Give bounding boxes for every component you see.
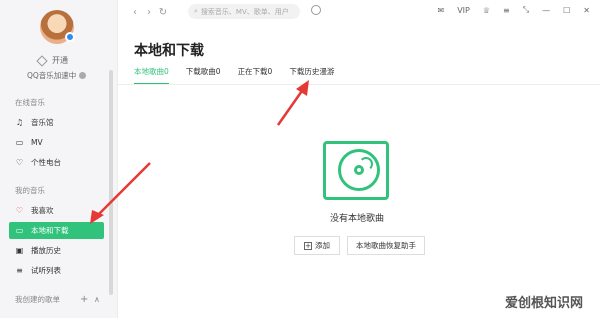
- search-placeholder: 搜索音乐、MV、歌单、用户: [200, 7, 289, 16]
- mv-icon: ▭: [15, 137, 24, 147]
- sidebar-item-history[interactable]: ▣ 播放历史: [9, 242, 104, 259]
- page-title: 本地和下载: [134, 43, 204, 59]
- menu-icon[interactable]: ≡: [503, 6, 510, 15]
- heart-radio-icon: ♡: [15, 157, 24, 167]
- tab-downloading[interactable]: 正在下载0: [238, 66, 273, 85]
- sidebar-item-radio[interactable]: ♡ 个性电台: [9, 154, 104, 171]
- restore-button-label: 本地歌曲恢复助手: [356, 241, 416, 250]
- back-icon[interactable]: ‹: [128, 7, 142, 18]
- window-controls: ✉ VIP ♕ ≡ ⤡ — ☐ ✕: [437, 5, 590, 15]
- mini-mode-icon[interactable]: ⤡: [523, 5, 529, 15]
- history-icon: ▣: [15, 245, 24, 255]
- section-my-music: 我的音乐: [15, 186, 45, 195]
- verified-badge-icon: [65, 32, 75, 42]
- vip-open-link[interactable]: 开通: [36, 54, 68, 67]
- disc-arc: [359, 157, 373, 171]
- sidebar-item-playlist[interactable]: ≡ 试听列表: [9, 262, 104, 279]
- minimize-icon[interactable]: —: [542, 6, 550, 15]
- tab-divider: [118, 84, 600, 85]
- sidebar-item-label: 播放历史: [31, 246, 61, 255]
- empty-state-text: 没有本地歌曲: [330, 214, 385, 224]
- sidebar-item-label: 试听列表: [31, 266, 61, 275]
- accel-label: QQ音乐加速中: [27, 71, 77, 80]
- sidebar-item-music-hall[interactable]: ♫ 音乐馆: [9, 114, 104, 131]
- watermark: 爱创根知识网: [505, 296, 584, 311]
- close-icon[interactable]: ✕: [583, 6, 590, 15]
- skin-icon[interactable]: ♕: [483, 6, 490, 15]
- tab-local-songs[interactable]: 本地歌曲0: [134, 66, 169, 85]
- sidebar-item-label: 本地和下载: [31, 226, 69, 235]
- heart-icon: ♡: [15, 205, 24, 215]
- arrow-to-tab: [276, 87, 306, 126]
- vip-label: 开通: [52, 56, 68, 65]
- sidebar-scrollbar[interactable]: [109, 70, 113, 295]
- sidebar: 开通 QQ音乐加速中 在线音乐 ♫ 音乐馆 ▭ MV ♡ 个性电台 我的音乐 ♡…: [0, 0, 118, 318]
- sidebar-item-label: MV: [31, 138, 43, 147]
- tab-download-history[interactable]: 下载历史漫游: [289, 66, 334, 85]
- music-hall-icon: ♫: [15, 117, 24, 127]
- sidebar-item-favorites[interactable]: ♡ 我喜欢: [9, 202, 104, 219]
- sidebar-item-label: 音乐馆: [31, 118, 54, 127]
- vip-link[interactable]: VIP: [457, 6, 470, 15]
- section-online-music: 在线音乐: [15, 98, 45, 107]
- top-bar: ‹ › ↻ ⌕ 搜索音乐、MV、歌单、用户 ✉ VIP ♕ ≡ ⤡ — ☐ ✕: [118, 0, 600, 24]
- sidebar-item-mv[interactable]: ▭ MV: [9, 134, 104, 151]
- disc-shape: [338, 149, 380, 191]
- avatar[interactable]: [40, 10, 75, 44]
- computer-icon: ▭: [15, 225, 24, 235]
- add-playlist-icon[interactable]: +: [80, 294, 88, 305]
- search-input[interactable]: ⌕ 搜索音乐、MV、歌单、用户: [188, 4, 300, 19]
- diamond-icon: [36, 54, 48, 67]
- section-created-playlists: 我创建的歌单: [15, 295, 60, 304]
- tab-bar: 本地歌曲0 下载歌曲0 正在下载0 下载历史漫游: [134, 66, 334, 85]
- chevron-up-icon[interactable]: ∧: [94, 295, 100, 304]
- forward-icon[interactable]: ›: [142, 7, 156, 18]
- refresh-icon[interactable]: ↻: [156, 7, 170, 18]
- listen-recognize-icon[interactable]: [311, 5, 321, 15]
- accel-status[interactable]: QQ音乐加速中: [27, 70, 87, 81]
- accel-icon: [79, 72, 87, 79]
- empty-disc-icon: [323, 141, 389, 200]
- mail-icon[interactable]: ✉: [437, 6, 444, 15]
- add-button[interactable]: + 添加: [294, 236, 340, 255]
- search-icon: ⌕: [194, 7, 198, 15]
- restore-helper-button[interactable]: 本地歌曲恢复助手: [347, 236, 425, 255]
- sidebar-item-label: 个性电台: [31, 158, 61, 167]
- add-button-label: 添加: [315, 241, 330, 250]
- sidebar-item-label: 我喜欢: [31, 206, 54, 215]
- plus-box-icon: +: [304, 241, 312, 250]
- maximize-icon[interactable]: ☐: [563, 6, 570, 15]
- list-icon: ≡: [16, 265, 23, 275]
- sidebar-item-local-download[interactable]: ▭ 本地和下载: [9, 222, 104, 239]
- tab-downloaded-songs[interactable]: 下载歌曲0: [186, 66, 221, 85]
